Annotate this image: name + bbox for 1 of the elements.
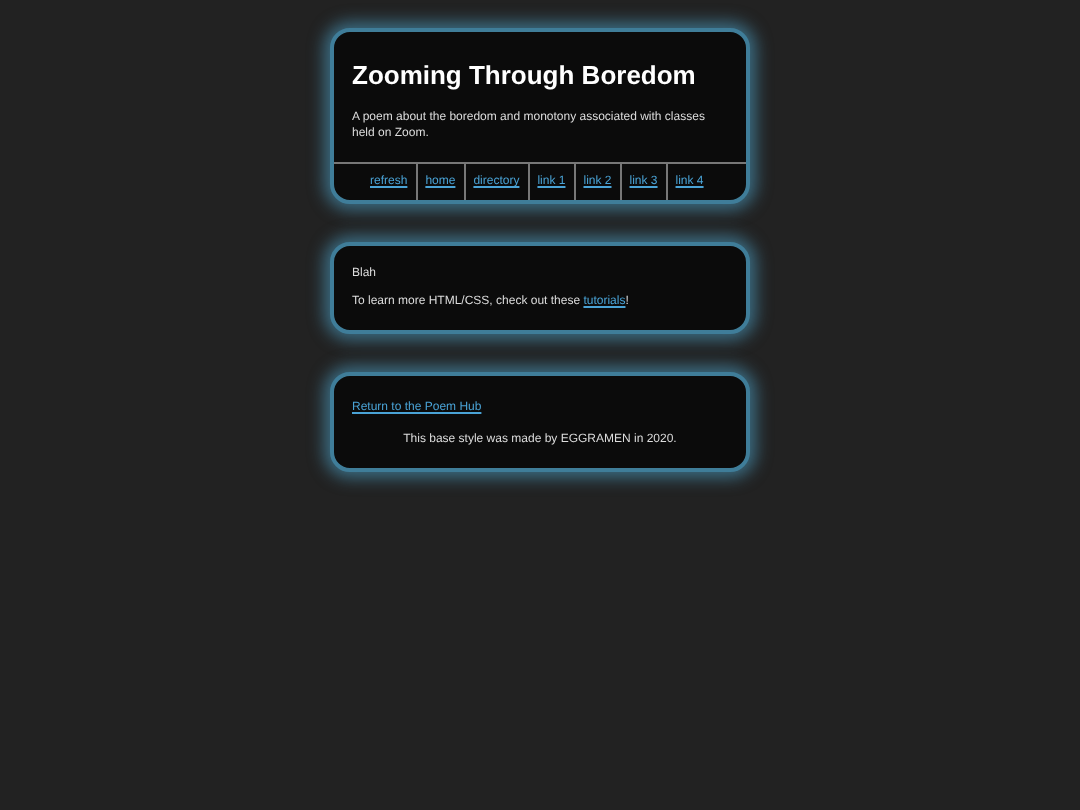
page-title: Zooming Through Boredom <box>352 60 698 93</box>
